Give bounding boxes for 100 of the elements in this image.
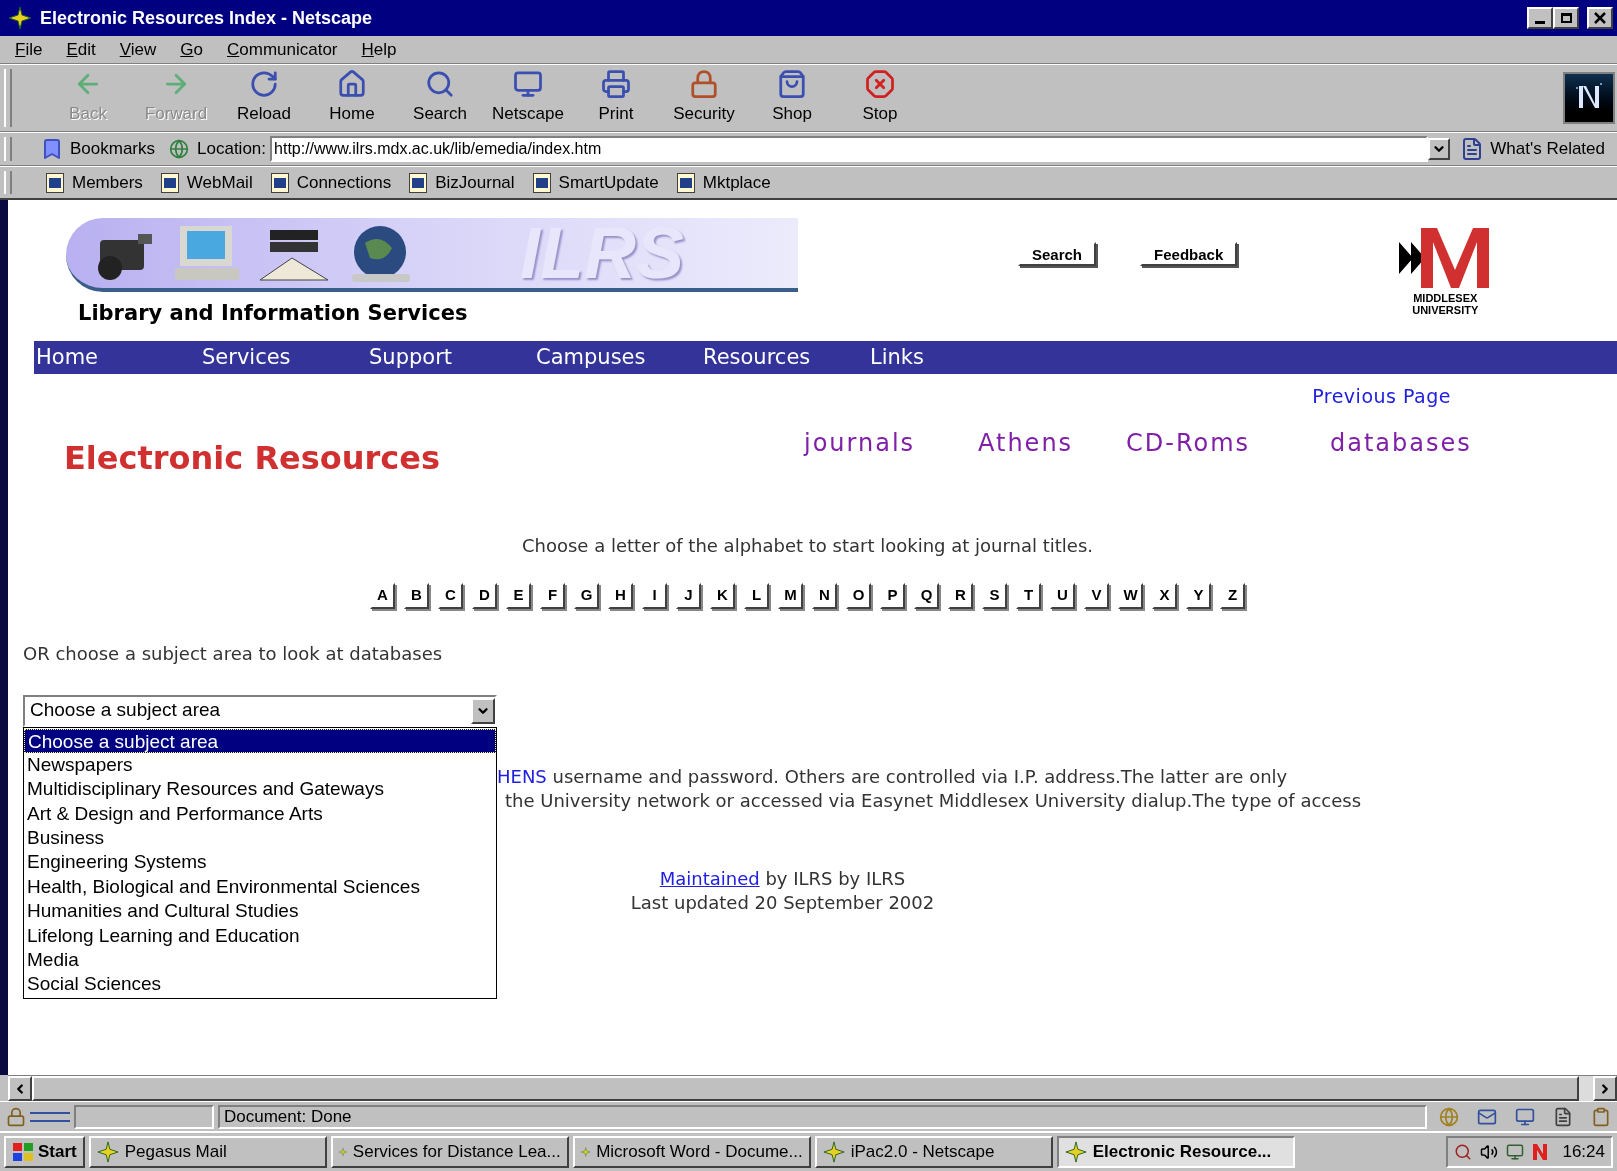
letter-button[interactable]: B — [404, 582, 429, 609]
letter-button[interactable]: V — [1084, 582, 1109, 609]
hens-link[interactable]: HENS — [497, 765, 547, 787]
bookmarks-button[interactable]: Bookmarks — [40, 136, 156, 162]
monitor-icon — [513, 69, 543, 100]
composer-icon[interactable] — [1591, 1106, 1611, 1127]
letter-button[interactable]: J — [676, 582, 701, 609]
nav-link[interactable]: Links — [870, 341, 1037, 374]
search-tray-icon[interactable] — [1454, 1143, 1473, 1161]
subject-option[interactable]: Humanities and Cultural Studies — [24, 899, 496, 924]
personal-bookmark-button[interactable]: Members — [46, 169, 143, 196]
letter-button[interactable]: A — [370, 582, 395, 609]
menu-item[interactable]: Help — [356, 36, 402, 63]
toolbar-grip-handle[interactable] — [4, 171, 12, 194]
letter-button[interactable]: L — [744, 582, 769, 609]
personal-bookmark-button[interactable]: SmartUpdate — [532, 169, 659, 196]
nav-link[interactable]: Resources — [703, 341, 870, 374]
address-book-icon[interactable] — [1553, 1106, 1573, 1127]
letter-button[interactable]: C — [438, 582, 463, 609]
menu-item[interactable]: Go — [175, 36, 208, 63]
header-button[interactable]: Feedback — [1140, 242, 1238, 266]
toolbar-button[interactable]: Stop — [836, 69, 924, 127]
whats-related-button[interactable]: What's Related — [1460, 136, 1605, 162]
restore-button[interactable] — [1553, 7, 1579, 29]
maintained-link[interactable]: Maintained — [659, 867, 760, 889]
quick-link[interactable]: CD-Roms — [1126, 424, 1330, 461]
letter-button[interactable]: E — [506, 582, 531, 609]
subject-option[interactable]: Art & Design and Performance Arts — [24, 801, 496, 827]
quick-link[interactable]: databases — [1330, 424, 1472, 461]
network-icon[interactable] — [1506, 1143, 1525, 1161]
security-lock-icon[interactable] — [6, 1106, 26, 1127]
letter-button[interactable]: H — [608, 582, 633, 609]
netscape-tray-icon[interactable] — [1532, 1143, 1549, 1161]
letter-button[interactable]: N — [812, 582, 837, 609]
subject-option[interactable]: Multidisciplinary Resources and Gateways — [24, 777, 496, 802]
subject-option[interactable]: Newspapers — [24, 752, 496, 778]
menu-item[interactable]: View — [114, 36, 162, 63]
quick-link[interactable]: Athens — [978, 424, 1126, 461]
close-button[interactable] — [1587, 7, 1613, 29]
scroll-right-icon[interactable] — [1593, 1076, 1617, 1101]
toolbar-button[interactable]: Shop — [748, 69, 836, 127]
subject-option[interactable]: Choose a subject area — [24, 728, 496, 753]
subject-option[interactable]: Business — [24, 826, 496, 851]
letter-button[interactable]: P — [880, 582, 905, 609]
menu-item[interactable]: File — [10, 36, 48, 63]
menu-item[interactable]: Edit — [61, 36, 101, 63]
taskbar-button[interactable]: iPac2.0 - Netscape — [814, 1136, 1053, 1168]
letter-button[interactable]: F — [540, 582, 565, 609]
subject-option[interactable]: Social Sciences — [24, 972, 496, 997]
taskbar-button[interactable]: Microsoft Word - Docume... — [572, 1136, 811, 1168]
letter-button[interactable]: X — [1152, 582, 1177, 609]
letter-button[interactable]: U — [1050, 582, 1075, 609]
letter-button[interactable]: T — [1016, 582, 1041, 609]
taskbar-button[interactable]: Services for Distance Lea... — [330, 1136, 569, 1168]
nav-link[interactable]: Services — [202, 341, 369, 374]
letter-button[interactable]: K — [710, 582, 735, 609]
nav-link[interactable]: Home — [36, 341, 202, 374]
bookmark-page-icon — [676, 172, 695, 193]
toolbar-button[interactable]: Home — [308, 69, 396, 127]
quick-link[interactable]: journals — [804, 424, 978, 461]
nav-link[interactable]: Campuses — [536, 341, 703, 374]
taskbar-button[interactable]: Electronic Resource... — [1056, 1136, 1295, 1168]
letter-button[interactable]: O — [846, 582, 871, 609]
letter-button[interactable]: D — [472, 582, 497, 609]
scroll-left-icon[interactable] — [8, 1076, 32, 1101]
start-button[interactable]: Start — [4, 1136, 85, 1168]
previous-page-link[interactable]: Previous Page — [1312, 382, 1451, 411]
letter-button[interactable]: G — [574, 582, 599, 609]
minimize-button[interactable] — [1527, 7, 1553, 29]
subject-option[interactable]: Engineering Systems — [24, 850, 496, 875]
subject-option[interactable]: Media — [24, 948, 496, 973]
letter-button[interactable]: I — [642, 582, 667, 609]
toolbar-button[interactable]: Security — [660, 69, 748, 127]
toolbar-grip-handle[interactable] — [4, 69, 12, 127]
location-field[interactable]: http://www.ilrs.mdx.ac.uk/lib/emedia/index.htm — [270, 136, 1429, 162]
letter-button[interactable]: M — [778, 582, 803, 609]
toolbar-button[interactable]: Reload — [220, 69, 308, 127]
letter-button[interactable]: Z — [1220, 582, 1245, 609]
toolbar-grip-handle[interactable] — [4, 137, 12, 161]
letter-button[interactable]: Y — [1186, 582, 1211, 609]
letter-button[interactable]: S — [982, 582, 1007, 609]
taskbar-button[interactable]: Pegasus Mail — [88, 1136, 327, 1168]
letter-button[interactable]: R — [948, 582, 973, 609]
volume-icon[interactable] — [1480, 1143, 1499, 1161]
personal-bookmark-button[interactable]: WebMail — [160, 169, 253, 196]
menu-item[interactable]: Communicator — [222, 36, 343, 63]
nav-link[interactable]: Support — [369, 341, 536, 374]
discussion-icon[interactable] — [1515, 1106, 1535, 1127]
personal-bookmark-button[interactable]: BizJournal — [409, 169, 515, 196]
toolbar-button[interactable]: Netscape — [484, 69, 572, 127]
letter-button[interactable]: W — [1118, 582, 1143, 609]
subject-option[interactable]: Health, Biological and Environmental Sciences — [24, 874, 496, 900]
toolbar-button[interactable]: Search — [396, 69, 484, 127]
subject-option[interactable]: Lifelong Learning and Education — [24, 923, 496, 948]
letter-button[interactable]: Q — [914, 582, 939, 609]
personal-bookmark-button[interactable]: Mktplace — [676, 169, 771, 196]
toolbar-button[interactable]: Print — [572, 69, 660, 127]
personal-bookmark-button[interactable]: Connections — [270, 169, 392, 196]
subject-select[interactable]: Choose a subject area — [23, 694, 497, 727]
header-button[interactable]: Search — [1018, 242, 1097, 266]
